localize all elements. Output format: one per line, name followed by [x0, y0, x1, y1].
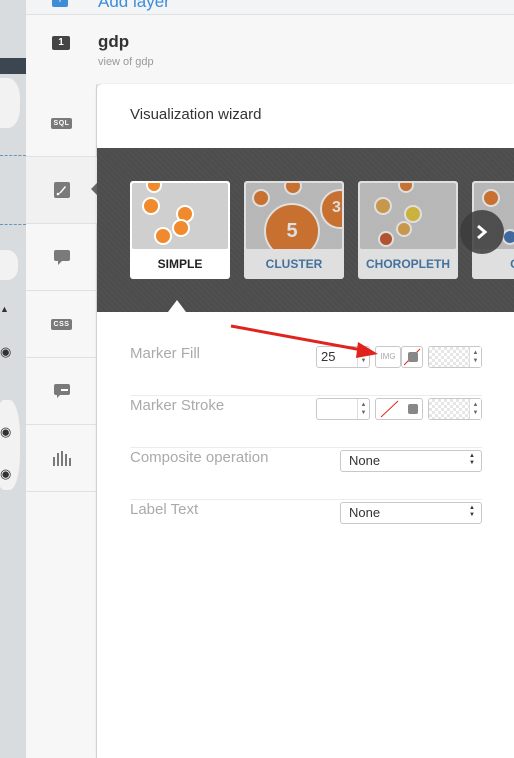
css-icon: CSS	[50, 318, 73, 330]
layer-name[interactable]: gdp	[98, 32, 129, 52]
legend-icon	[53, 384, 70, 398]
marker-size-value: 25	[321, 349, 336, 364]
viz-type-label: CLUSTER	[265, 257, 323, 271]
label-text-row: Label Text None ▲ ▼	[130, 500, 482, 552]
viz-type-label: CHOROPLETH	[366, 257, 450, 271]
map-boundary-line	[0, 155, 26, 156]
simple-thumbnail	[132, 183, 228, 249]
add-layer-link[interactable]: Add layer	[98, 0, 170, 12]
marker-size-stepper[interactable]: ▲ ▼	[357, 347, 369, 367]
img-label: IMG	[380, 352, 396, 361]
label-text-value: None	[349, 505, 381, 520]
viz-type-cluster[interactable]: 5 3 CLUSTER	[244, 181, 344, 279]
viz-type-carousel: SIMPLE 5 3 CLUSTER CHOROPLETH	[97, 148, 514, 312]
composite-operation-select[interactable]: None ▲ ▼	[340, 450, 482, 472]
sidebar-item-legends[interactable]	[26, 358, 97, 425]
marker-image-picker[interactable]: IMG	[375, 346, 401, 368]
map-landmass	[0, 78, 20, 128]
map-landmass	[0, 250, 18, 280]
opacity-stepper[interactable]: ▲ ▼	[469, 347, 481, 367]
label-text-label: Label Text	[130, 501, 199, 518]
marker-fill-opacity-input[interactable]: ▲ ▼	[428, 346, 482, 368]
sidebar-item-sql[interactable]: SQL	[26, 90, 97, 157]
sql-icon: SQL	[50, 117, 73, 129]
bar-chart-icon	[52, 451, 71, 466]
stroke-color-picker[interactable]	[375, 398, 423, 420]
layer-sidebar: SQL CSS	[26, 84, 97, 758]
color-dropdown-icon	[408, 404, 418, 414]
label-text-select[interactable]: None ▲ ▼	[340, 502, 482, 524]
viz-type-label: SIMPLE	[157, 257, 203, 271]
map-boundary-line	[0, 224, 26, 225]
composite-operation-row: Composite operation None ▲ ▼	[130, 448, 482, 500]
viz-type-simple[interactable]: SIMPLE	[130, 181, 230, 279]
selected-type-caret	[168, 300, 186, 312]
sidebar-item-filters[interactable]	[26, 425, 97, 492]
no-color-slash-icon	[380, 400, 399, 418]
map-preview-strip[interactable]: ▲ ◉ ◉ ◉	[0, 0, 26, 758]
moneybag-marker-icon[interactable]: ◉	[0, 424, 11, 440]
select-arrows-icon: ▲ ▼	[469, 453, 475, 466]
viz-type-choropleth[interactable]: CHOROPLETH	[358, 181, 458, 279]
color-dropdown-icon	[408, 352, 418, 362]
moneybag-marker-icon[interactable]: ◉	[0, 466, 11, 482]
map-marker-icon[interactable]: ▲	[0, 304, 9, 314]
cluster-count-small: 3	[320, 189, 342, 229]
marker-fill-label: Marker Fill	[130, 345, 200, 362]
panel-title: Visualization wizard	[130, 106, 262, 123]
map-header-bar	[0, 58, 26, 74]
layer-number-badge: 1	[52, 36, 70, 50]
stroke-width-stepper[interactable]: ▲ ▼	[357, 399, 369, 419]
sidebar-item-css[interactable]: CSS	[26, 291, 97, 358]
marker-fill-color-picker[interactable]	[401, 346, 423, 368]
choropleth-thumbnail	[360, 183, 456, 249]
stroke-opacity-input[interactable]: ▲ ▼	[428, 398, 482, 420]
cluster-count-large: 5	[264, 203, 320, 249]
opacity-stepper[interactable]: ▲ ▼	[469, 399, 481, 419]
select-arrows-icon: ▲ ▼	[469, 505, 475, 518]
moneybag-marker-icon[interactable]: ◉	[0, 344, 11, 360]
sidebar-item-infowindow[interactable]	[26, 224, 97, 291]
marker-size-input[interactable]: 25 ▲ ▼	[316, 346, 370, 368]
composite-operation-label: Composite operation	[130, 449, 269, 466]
chevron-right-icon	[477, 224, 488, 240]
wizard-brush-icon	[53, 182, 70, 198]
visualization-wizard-panel: Visualization wizard SIMPLE 5 3 CLUSTER	[97, 84, 514, 758]
stroke-width-input[interactable]: ▲ ▼	[316, 398, 370, 420]
marker-stroke-label: Marker Stroke	[130, 397, 225, 414]
composite-operation-value: None	[349, 453, 381, 468]
infowindow-icon	[53, 250, 70, 265]
marker-fill-row: Marker Fill 25 ▲ ▼ IMG ▲ ▼	[130, 344, 482, 396]
layer-subtitle: view of gdp	[98, 56, 154, 68]
marker-stroke-row: Marker Stroke ▲ ▼ ▲ ▼	[130, 396, 482, 448]
cluster-thumbnail: 5 3	[246, 183, 342, 249]
add-layer-plus-icon[interactable]: +	[52, 0, 68, 7]
carousel-next-button[interactable]	[460, 210, 504, 254]
layer-header: 1 gdp view of gdp	[26, 14, 514, 84]
sidebar-item-wizard[interactable]	[26, 157, 97, 224]
